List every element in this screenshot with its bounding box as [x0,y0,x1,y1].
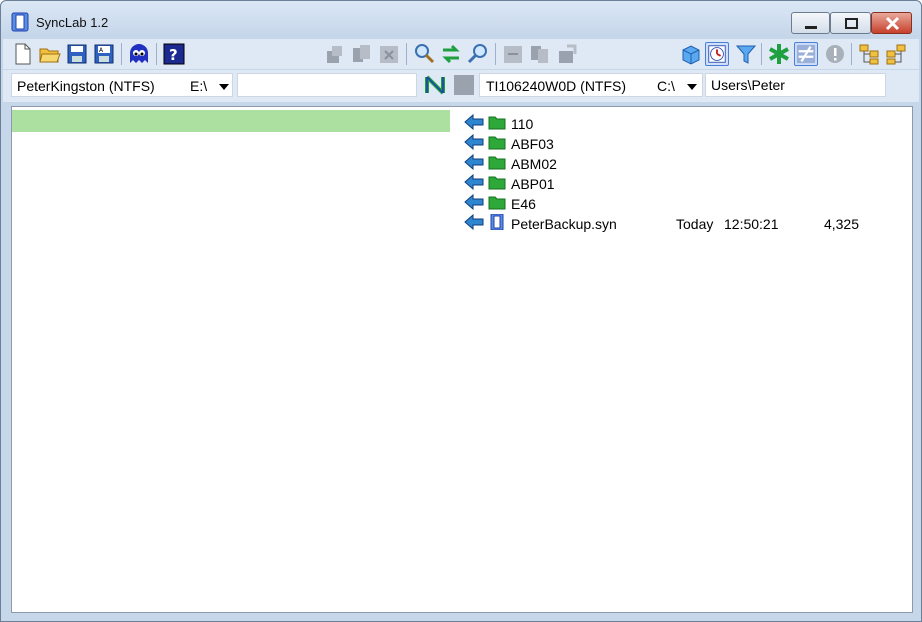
left-selection-row[interactable] [12,110,450,132]
file-row[interactable]: ABP01 [462,173,912,193]
minimize-icon [805,26,817,29]
delete-icon [380,46,398,63]
alert-icon [826,45,844,63]
file-name: ABM02 [511,156,557,172]
file-name: 110 [511,116,534,132]
not-equal-toggle[interactable] [794,42,818,66]
file-row[interactable]: ABM02 [462,153,912,173]
tree-right-icon[interactable] [884,42,908,66]
synclab-logo-icon [11,12,29,32]
tree-left-icon[interactable] [857,42,881,66]
maximize-icon [845,18,858,29]
right-volume-label: TI106240W0D (NTFS) [486,78,627,94]
open-folder-icon[interactable] [38,42,62,66]
ghost-icon[interactable] [127,42,151,66]
chevron-down-icon [687,84,697,90]
cube-icon[interactable] [679,42,703,66]
file-row[interactable]: E46 [462,193,912,213]
right-path-value: Users\Peter [711,77,785,93]
clock-toggle[interactable] [705,42,729,66]
left-volume-select[interactable]: PeterKingston (NTFS) E:\ [11,73,233,97]
toolbar-separator [156,43,157,65]
filter-icon[interactable] [734,42,758,66]
duplicate-icon [531,46,548,63]
paste-icon [559,44,577,63]
copy-left-arrow-icon[interactable] [464,174,484,190]
svg-text:?: ? [169,46,178,64]
help-icon[interactable]: ? [162,42,186,66]
left-drive-label: E:\ [190,78,208,94]
toolbar-separator [121,43,122,65]
folder-icon [488,176,506,190]
move-icon [504,46,522,63]
save-icon[interactable] [65,42,89,66]
toolbar-separator [761,43,762,65]
right-volume-select[interactable]: TI106240W0D (NTFS) C:\ [479,73,703,97]
file-row[interactable]: 110 [462,113,912,133]
not-equal-icon [796,44,816,64]
left-path-input[interactable] [237,73,417,97]
search-icon[interactable] [412,42,436,66]
folder-icon [488,196,506,210]
clock-icon [708,45,726,63]
toolbar: A ? [3,39,919,69]
close-button[interactable] [871,12,912,34]
title-bar[interactable]: SyncLab 1.2 [1,1,921,37]
app-window: SyncLab 1.2 A ? PeterKingston (NTFS) E:\… [0,0,922,622]
toolbar-separator [406,43,407,65]
file-row[interactable]: ABF03 [462,133,912,153]
chevron-down-icon [219,84,229,90]
save-as-icon[interactable]: A [92,42,116,66]
file-name: ABF03 [511,136,554,152]
minimize-button[interactable] [791,12,830,34]
copy-left-arrow-icon[interactable] [464,214,484,230]
copy-both-icon [353,45,370,62]
file-compare-panel[interactable]: 110 ABF03 ABM02 ABP01 E46 PeterBackup.syn Toda… [11,106,913,613]
file-name: PeterBackup.syn [511,216,617,232]
close-icon [885,16,900,31]
folder-icon [488,116,506,130]
file-time: 12:50:21 [724,216,779,232]
right-drive-label: C:\ [657,78,675,94]
copy-left-arrow-icon[interactable] [464,194,484,210]
copy-left-icon [327,46,342,63]
file-name: E46 [511,196,536,212]
folder-icon [488,156,506,170]
left-volume-label: PeterKingston (NTFS) [17,78,155,94]
toolbar-separator [495,43,496,65]
file-name: ABP01 [511,176,555,192]
synclab-file-icon [490,214,504,230]
file-size: 4,325 [823,216,859,232]
copy-left-arrow-icon[interactable] [464,114,484,130]
folder-icon [488,136,506,150]
file-date: Today [676,216,714,232]
zoom-icon[interactable] [466,42,490,66]
copy-left-arrow-icon[interactable] [464,154,484,170]
maximize-button[interactable] [830,12,871,34]
asterisk-icon[interactable] [767,42,791,66]
window-title: SyncLab 1.2 [36,15,109,30]
file-row[interactable]: PeterBackup.syn Today 12:50:21 4,325 [462,213,912,233]
new-file-icon[interactable] [11,42,35,66]
synclab-network-icon[interactable] [424,74,446,96]
right-path-input[interactable]: Users\Peter [705,73,886,97]
sync-arrows-icon[interactable] [439,42,463,66]
stop-icon [454,75,474,95]
copy-left-arrow-icon[interactable] [464,134,484,150]
path-bar: PeterKingston (NTFS) E:\ TI106240W0D (NT… [3,70,919,102]
toolbar-separator [851,43,852,65]
